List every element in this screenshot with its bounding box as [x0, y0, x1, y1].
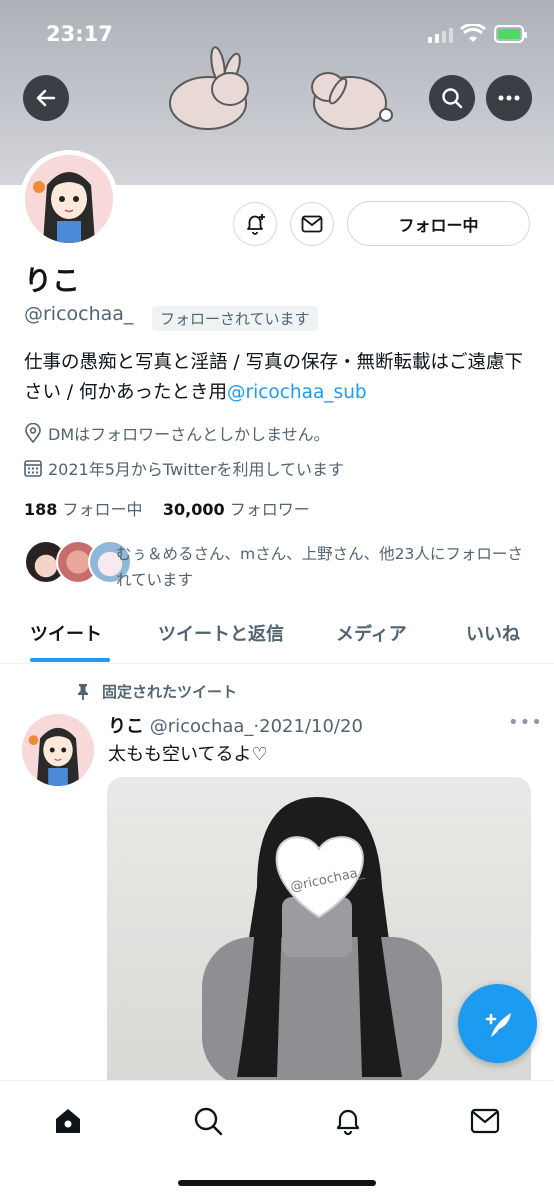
- nav-home[interactable]: [48, 1101, 88, 1141]
- tab-tweets[interactable]: ツイート: [30, 620, 102, 646]
- bell-plus-icon: [247, 214, 265, 235]
- followers-you-know-text[interactable]: むぅ＆めるさん、mさん、上野さん、他23人にフォローされています: [116, 541, 536, 593]
- tab-media[interactable]: メディア: [336, 620, 407, 646]
- tweet-header: りこ @ricochaa_·2021/10/20: [108, 712, 363, 738]
- following-link[interactable]: 188 フォロー中: [24, 500, 143, 519]
- arrow-left-icon: [36, 89, 56, 107]
- mail-icon: [301, 215, 323, 233]
- profile-name: りこ: [24, 264, 81, 297]
- compose-feather-icon: [485, 1012, 511, 1037]
- follow-counts: 188 フォロー中 30,000 フォロワー: [24, 496, 310, 520]
- tweet-text: 太もも空いてるよ♡: [108, 744, 268, 765]
- notify-button[interactable]: [233, 202, 277, 246]
- more-button[interactable]: [486, 75, 532, 121]
- nav-messages[interactable]: [465, 1101, 505, 1141]
- tweet-author-handle[interactable]: @ricochaa_: [150, 716, 254, 737]
- follows-you-badge: フォローされています: [152, 306, 318, 331]
- home-indicator: [178, 1180, 376, 1186]
- joined-text: 2021年5月からTwitterを利用しています: [48, 460, 345, 479]
- profile-joined: 2021年5月からTwitterを利用しています: [24, 456, 344, 480]
- compose-button[interactable]: [458, 984, 537, 1063]
- search-icon: [194, 1107, 223, 1136]
- nav-search[interactable]: [188, 1101, 228, 1141]
- home-icon: [56, 1109, 80, 1133]
- bio-mention-link[interactable]: @ricochaa_sub: [227, 382, 367, 403]
- tweet-author-name[interactable]: りこ: [108, 716, 144, 737]
- following-button[interactable]: フォロー中: [347, 201, 530, 246]
- followers-you-know-avatars[interactable]: [24, 540, 132, 584]
- following-label: フォロー中: [62, 500, 143, 519]
- pinned-text: 固定されたツイート: [102, 683, 238, 701]
- active-tab-indicator: [30, 658, 110, 662]
- tweet-date[interactable]: 2021/10/20: [259, 716, 363, 737]
- search-icon: [442, 88, 463, 109]
- tab-likes[interactable]: いいね: [466, 620, 520, 646]
- avatar-illustration: [22, 714, 94, 786]
- signal-icon: [428, 28, 453, 43]
- status-time: 23:17: [46, 22, 113, 46]
- message-button[interactable]: [290, 202, 334, 246]
- more-icon: [498, 95, 520, 101]
- status-bar: 23:17: [0, 0, 554, 70]
- profile-bio: 仕事の愚痴と写真と淫語 / 写真の保存・無断転載はご遠慮下さい / 何かあったと…: [24, 348, 534, 408]
- profile-location: DMはフォロワーさんとしかしません。: [24, 421, 330, 445]
- back-button[interactable]: [23, 75, 69, 121]
- bunny-illustration-right: [311, 72, 393, 130]
- pin-icon: [78, 683, 88, 700]
- pinned-tweet-label: 固定されたツイート: [74, 681, 237, 702]
- calendar-icon: [24, 460, 42, 477]
- profile-handle: @ricochaa_: [24, 303, 134, 325]
- bell-icon: [336, 1109, 360, 1136]
- avatar-illustration: [25, 155, 113, 243]
- tweet-avatar[interactable]: [22, 714, 94, 786]
- followers-label: フォロワー: [229, 500, 310, 519]
- profile-avatar[interactable]: [20, 150, 118, 248]
- tab-tweets-and-replies[interactable]: ツイートと返信: [158, 620, 284, 646]
- followers-count: 30,000: [162, 500, 225, 519]
- location-pin-icon: [25, 423, 41, 443]
- followers-link[interactable]: 30,000 フォロワー: [163, 500, 310, 519]
- following-count: 188: [24, 500, 58, 519]
- location-text: DMはフォロワーさんとしかしません。: [48, 425, 330, 444]
- tweet-more-button[interactable]: •••: [508, 712, 543, 733]
- mail-icon: [470, 1108, 500, 1134]
- profile-tabs: ツイート ツイートと返信 メディア いいね: [0, 610, 554, 664]
- nav-notifications[interactable]: [328, 1101, 368, 1141]
- battery-icon: [494, 25, 527, 43]
- search-button[interactable]: [429, 75, 475, 121]
- wifi-icon: [460, 24, 486, 42]
